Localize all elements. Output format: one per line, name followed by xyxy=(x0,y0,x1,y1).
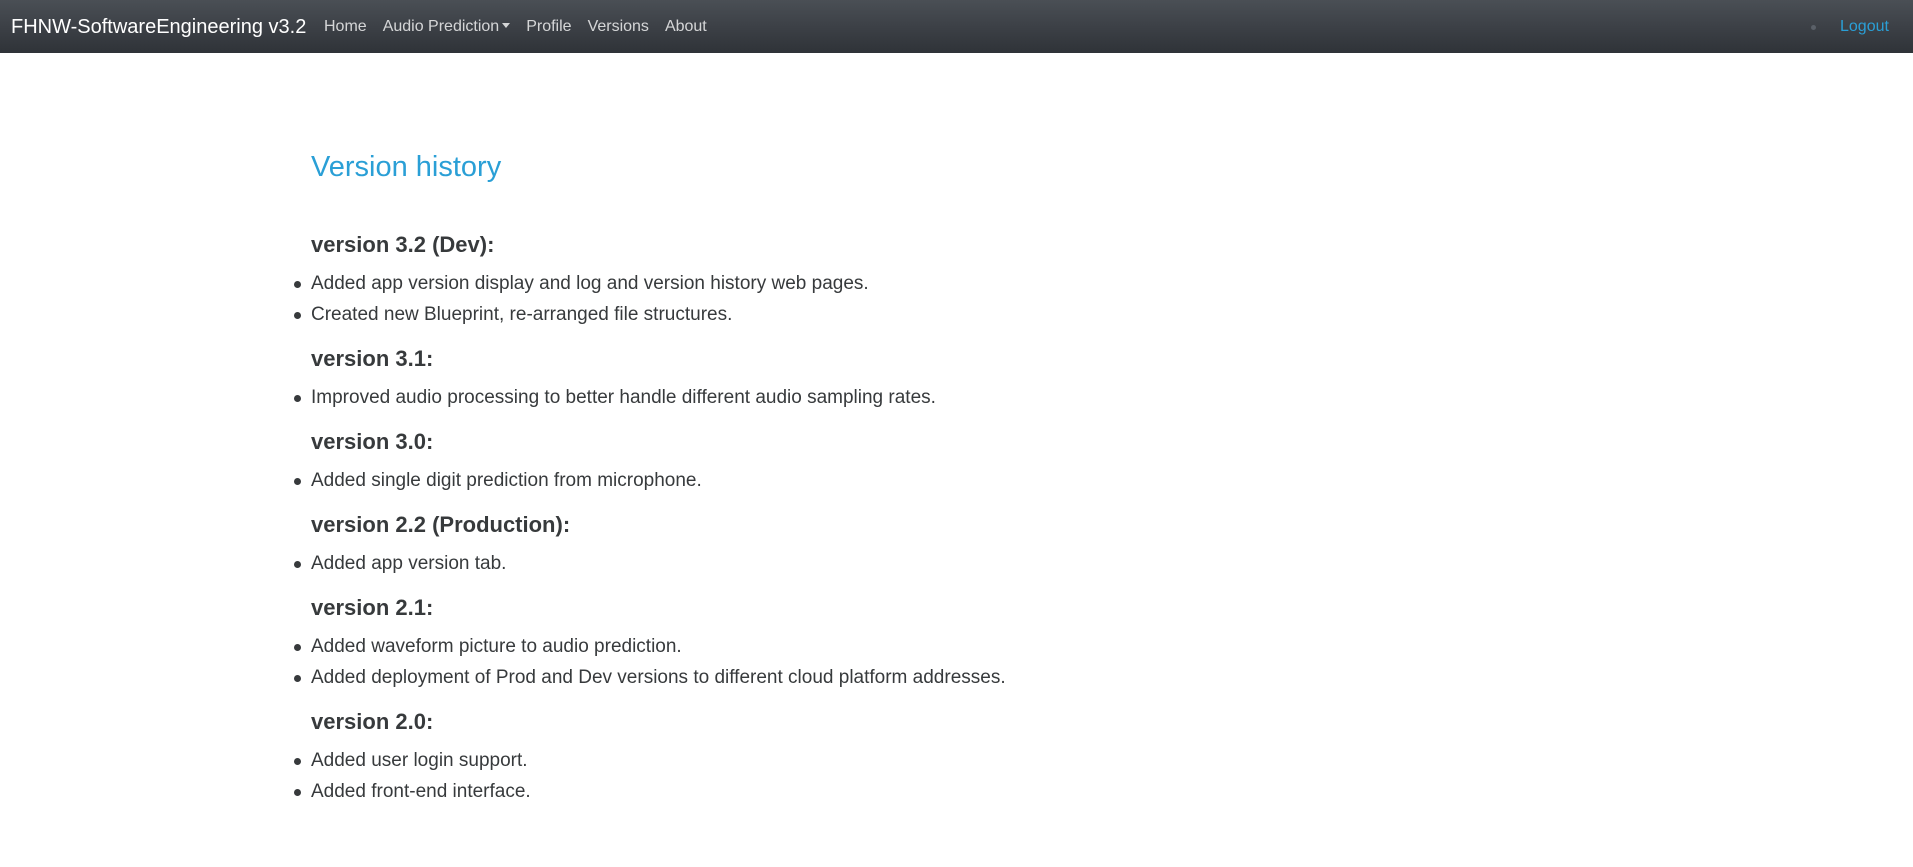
nav-link-versions[interactable]: Versions xyxy=(588,17,649,37)
navbar-brand[interactable]: FHNW-SoftwareEngineering v3.2 xyxy=(11,15,306,39)
nav-link-profile[interactable]: Profile xyxy=(526,17,571,37)
version-heading: version 2.0: xyxy=(311,709,434,734)
navbar-dot-icon xyxy=(1811,25,1816,30)
change-list: Added single digit prediction from micro… xyxy=(294,465,1611,496)
top-navbar: FHNW-SoftwareEngineering v3.2 Home Audio… xyxy=(0,0,1913,53)
version-block: version 3.2 (Dev): Added app version dis… xyxy=(294,230,1611,330)
logout-link[interactable]: Logout xyxy=(1840,17,1889,37)
nav-link-home-label: Home xyxy=(324,18,367,35)
nav-link-home[interactable]: Home xyxy=(324,17,367,37)
nav-link-versions-label: Versions xyxy=(587,18,649,35)
version-list: version 3.2 (Dev): Added app version dis… xyxy=(294,230,1611,807)
nav-link-about[interactable]: About xyxy=(665,17,707,37)
list-item: Added user login support. xyxy=(294,745,1611,776)
nav-link-audio-prediction-label: Audio Prediction xyxy=(382,18,500,35)
version-block: version 2.1: Added waveform picture to a… xyxy=(294,593,1611,693)
change-list: Added app version display and log and ve… xyxy=(294,268,1611,330)
version-block: version 3.1: Improved audio processing t… xyxy=(294,344,1611,413)
list-item: Added app version display and log and ve… xyxy=(294,268,1611,299)
list-item: Added app version tab. xyxy=(294,548,1611,579)
list-item: Created new Blueprint, re-arranged file … xyxy=(294,299,1611,330)
change-list: Added waveform picture to audio predicti… xyxy=(294,631,1611,693)
list-item: Improved audio processing to better hand… xyxy=(294,382,1611,413)
chevron-down-icon xyxy=(502,22,511,28)
page-title: Version history xyxy=(311,151,502,183)
change-list: Improved audio processing to better hand… xyxy=(294,382,1611,413)
nav-links: Home Audio Prediction Profile Versions A… xyxy=(324,17,723,37)
version-block: version 2.0: Added user login support. A… xyxy=(294,707,1611,807)
version-block: version 3.0: Added single digit predicti… xyxy=(294,427,1611,496)
change-list: Added app version tab. xyxy=(294,548,1611,579)
main-content: Version history version 3.2 (Dev): Added… xyxy=(294,148,1611,821)
version-block: version 2.2 (Production): Added app vers… xyxy=(294,510,1611,579)
list-item: Added waveform picture to audio predicti… xyxy=(294,631,1611,662)
version-heading: version 3.2 (Dev): xyxy=(311,232,495,257)
version-heading: version 3.0: xyxy=(311,429,434,454)
nav-link-about-label: About xyxy=(664,18,707,35)
version-heading: version 2.2 (Production): xyxy=(311,512,571,537)
list-item: Added front-end interface. xyxy=(294,776,1611,807)
nav-link-profile-label: Profile xyxy=(526,18,572,35)
version-heading: version 2.1: xyxy=(311,595,434,620)
nav-dropdown-audio-prediction[interactable]: Audio Prediction xyxy=(383,17,511,37)
version-heading: version 3.1: xyxy=(311,346,434,371)
list-item: Added deployment of Prod and Dev version… xyxy=(294,662,1611,693)
change-list: Added user login support. Added front-en… xyxy=(294,745,1611,807)
list-item: Added single digit prediction from micro… xyxy=(294,465,1611,496)
